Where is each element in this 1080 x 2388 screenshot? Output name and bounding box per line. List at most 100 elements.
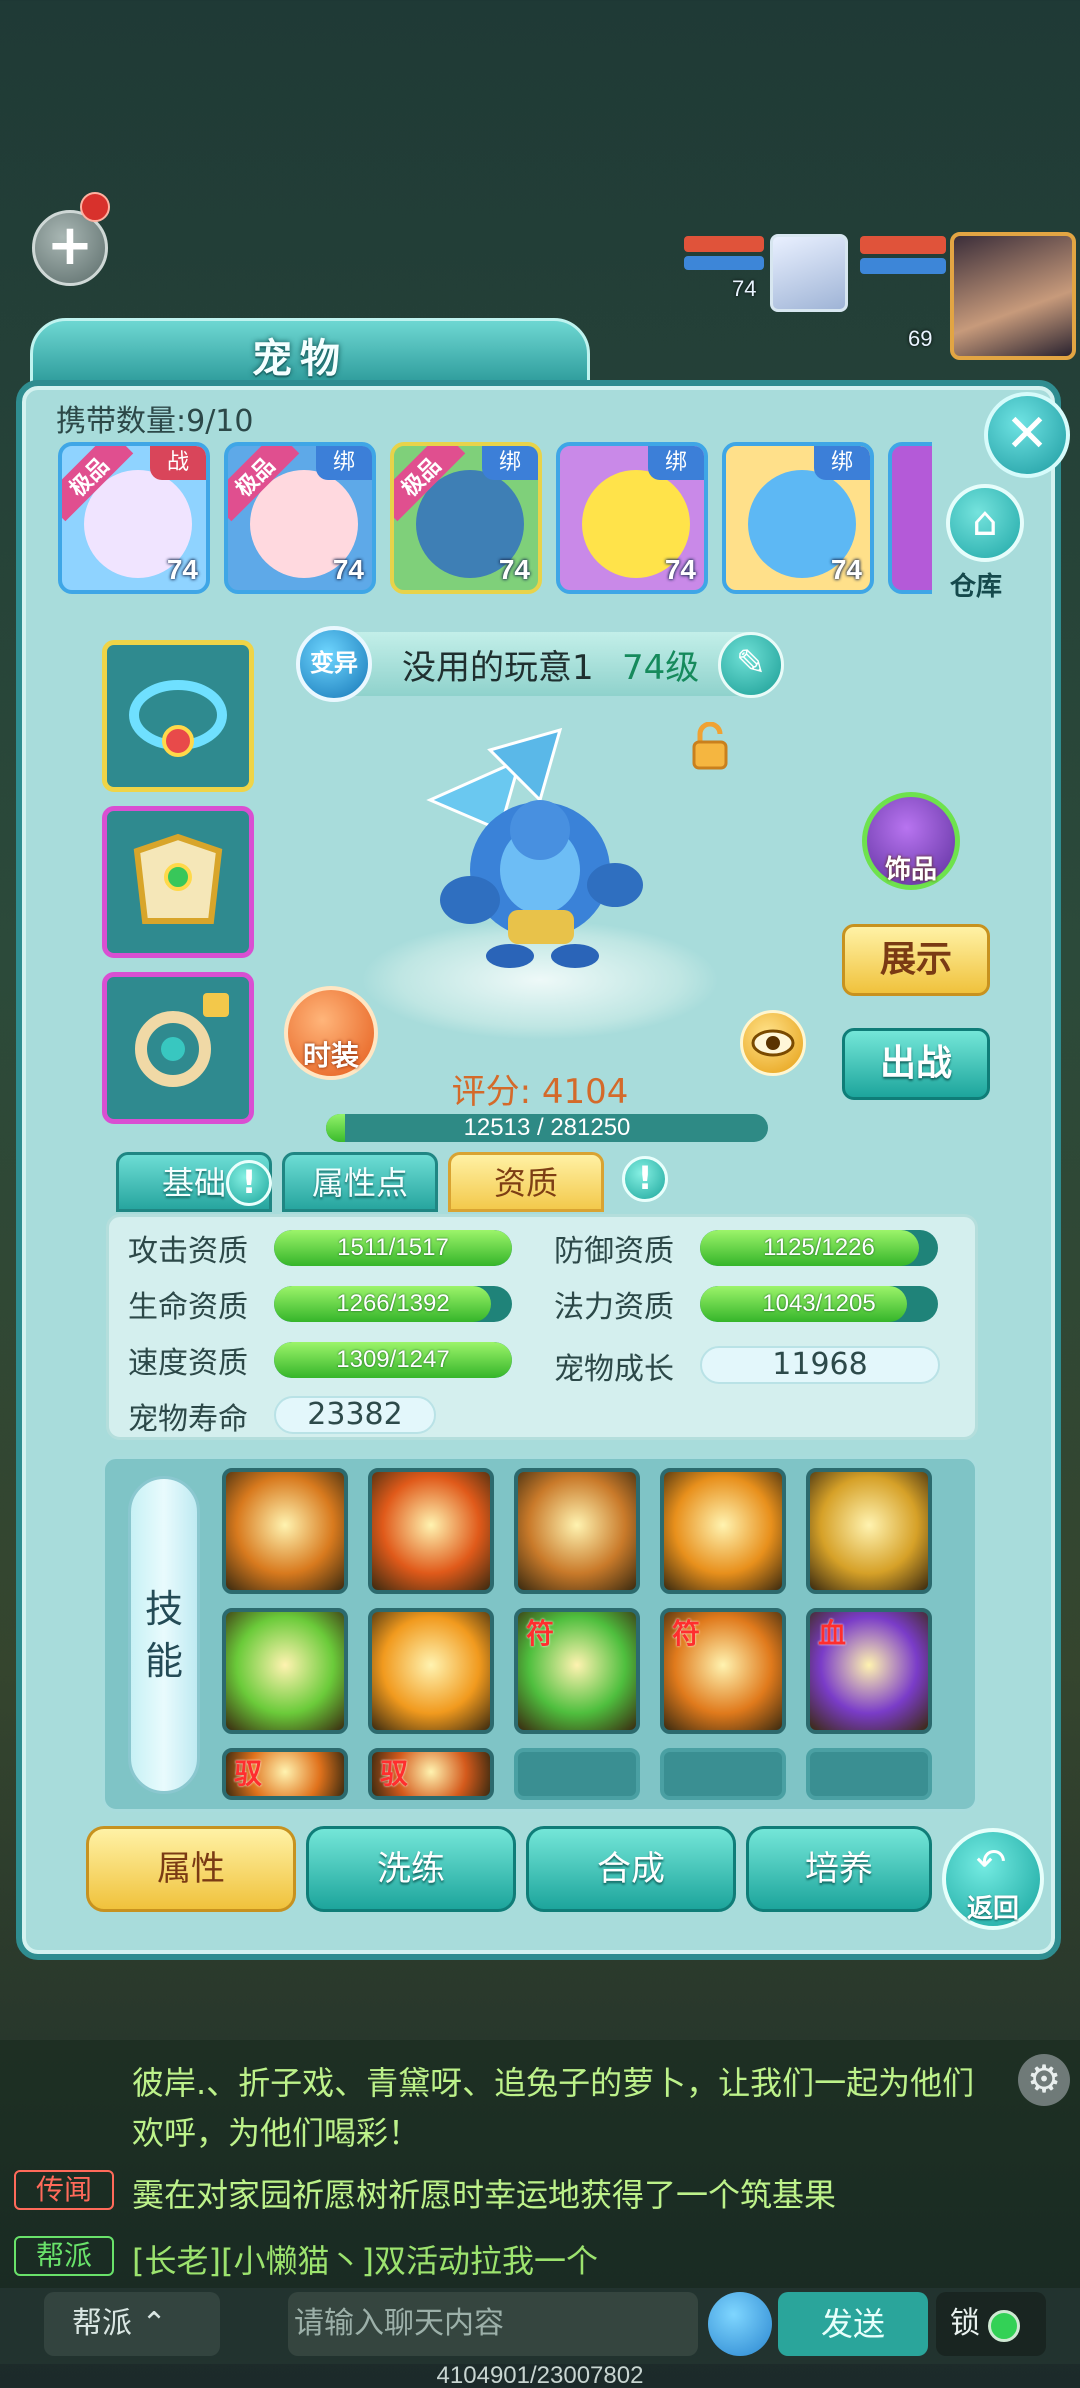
ally-mp-bar [684,256,764,270]
hero-mp-bar [860,258,946,274]
pet-status-badge: 战 [150,446,206,480]
view-toggle-button[interactable] [740,1010,806,1076]
skill-slot-empty[interactable] [660,1748,786,1800]
pet-card[interactable]: 绑 74 [722,442,874,594]
close-button[interactable]: ✕ [984,392,1070,478]
carry-count: 携带数量:9/10 [56,404,254,439]
warehouse-label: 仓库 [950,572,1003,602]
growth-value: 11968 [700,1346,940,1384]
pet-card[interactable]: 极品 绑 74 [390,442,542,594]
speed-aptitude-label: 速度资质 [128,1346,248,1381]
hp-aptitude-value: 1266/1392 [336,1290,450,1317]
speed-aptitude-bar: 1309/1247 [274,1342,512,1378]
pet-score: 评分: 4104 [451,1072,629,1112]
lock-label: 锁 [950,2306,980,2341]
send-button[interactable]: 发送 [778,2292,928,2356]
exp-bar: 12513 / 281250 [326,1114,768,1142]
chat-channel-guild: 帮派 [14,2236,114,2276]
warehouse-button[interactable]: ⌂ [946,484,1024,562]
armor-icon [133,833,223,924]
pet-card[interactable]: 极品 战 74 [58,442,210,594]
fight-button[interactable]: 出战 [842,1028,990,1100]
tab-label: 基础 [161,1164,226,1202]
magic-aptitude-value: 1043/1205 [762,1290,876,1317]
skill-slot-empty[interactable] [514,1748,640,1800]
pet-card[interactable]: 极品 绑 74 [224,442,376,594]
hero-portrait[interactable] [950,232,1076,360]
attribute-tab-button[interactable]: 属性 [86,1826,296,1912]
show-button[interactable]: 展示 [842,924,990,996]
refine-tab-button[interactable]: 洗练 [306,1826,516,1912]
defense-aptitude-value: 1125/1226 [763,1234,875,1261]
chat-message: 彼岸.、折子戏、青黛呀、追兔子的萝卜，让我们一起为他们 [132,2064,975,2102]
skill-slot[interactable]: 符 [660,1608,786,1734]
skill-slot-empty[interactable] [806,1748,932,1800]
tab-aptitude[interactable]: 资质 [448,1152,604,1212]
pet-level: 74 [166,554,198,585]
chevron-up-icon: ⌃ [141,2306,167,2341]
skill-slot[interactable] [660,1468,786,1594]
skill-slot[interactable] [514,1468,640,1594]
attack-aptitude-bar: 1511/1517 [274,1230,512,1266]
tab-label: 属性点 [311,1164,408,1202]
pet-list: 极品 战 74 极品 绑 74 极品 绑 74 绑 74 绑 74 [52,436,932,606]
attack-aptitude-label: 攻击资质 [128,1234,248,1269]
skill-slot[interactable] [806,1468,932,1594]
skill-mark: 符 [672,1617,701,1650]
hero-level: 69 [908,326,933,351]
unlock-icon[interactable] [690,722,730,770]
emoji-icon[interactable] [708,2292,772,2356]
pet-level: 74 [664,554,696,585]
gear-icon[interactable]: ⚙ [1018,2054,1070,2106]
lifespan-value: 23382 [274,1396,436,1434]
growth-label: 宠物成长 [554,1352,674,1387]
pet-card[interactable] [888,442,932,594]
rename-button[interactable]: ✎ [718,632,784,698]
pet-level: 74 [332,554,364,585]
chat-channel-select[interactable]: 帮派 ⌃ [44,2292,220,2356]
equip-slot-accessory[interactable] [102,972,254,1124]
chat-channel-rumor: 传闻 [14,2170,114,2210]
pet-card[interactable]: 绑 74 [556,442,708,594]
tab-aptitude-alert-icon: ! [622,1156,668,1202]
skill-slot[interactable] [368,1608,494,1734]
ally-portrait[interactable] [770,234,848,312]
exp-text: 12513 / 281250 [463,1114,631,1141]
skill-slot[interactable] [368,1468,494,1594]
lifespan-label: 宠物寿命 [128,1402,248,1437]
speed-aptitude-value: 1309/1247 [336,1346,450,1373]
skill-mark: 驭 [234,1757,263,1790]
skill-slot[interactable] [222,1608,348,1734]
pet-level: 74 [830,554,862,585]
panel-title: 宠物 [252,335,348,382]
combine-tab-button[interactable]: 合成 [526,1826,736,1912]
amulet-icon [135,993,229,1087]
pet-model[interactable] [410,720,660,980]
chat-channel-select-label: 帮派 [72,2306,132,2341]
skill-label-text: 技能 [144,1587,183,1683]
skill-mark: 符 [526,1617,555,1650]
skill-slot[interactable]: 血 [806,1608,932,1734]
collar-icon [129,680,227,757]
chat-message: 欢呼，为他们喝彩！ [132,2114,421,2152]
chat-input[interactable]: 请输入聊天内容 [288,2292,698,2356]
train-tab-button[interactable]: 培养 [746,1826,932,1912]
skill-mark: 驭 [380,1757,409,1790]
bottom-progress-text: 4104901/23007802 [436,2362,644,2388]
defense-aptitude-bar: 1125/1226 [700,1230,938,1266]
equip-slot-armor[interactable] [102,806,254,958]
pet-level-label: 74级 [622,648,700,688]
magic-aptitude-bar: 1043/1205 [700,1286,938,1322]
skill-mark: 血 [818,1617,847,1650]
decoration-button[interactable]: 饰品 [862,792,960,890]
tab-attribute-points[interactable]: 属性点 [282,1152,438,1212]
skill-slot[interactable]: 驭 [368,1748,494,1800]
skill-slot[interactable]: 驭 [222,1748,348,1800]
hero-hp-bar [860,236,946,254]
skill-slot[interactable] [222,1468,348,1594]
ally-level: 74 [732,276,757,301]
eye-icon [751,1029,795,1057]
skill-slot[interactable]: 符 [514,1608,640,1734]
pet-status-badge: 绑 [648,446,704,480]
equip-slot-collar[interactable] [102,640,254,792]
